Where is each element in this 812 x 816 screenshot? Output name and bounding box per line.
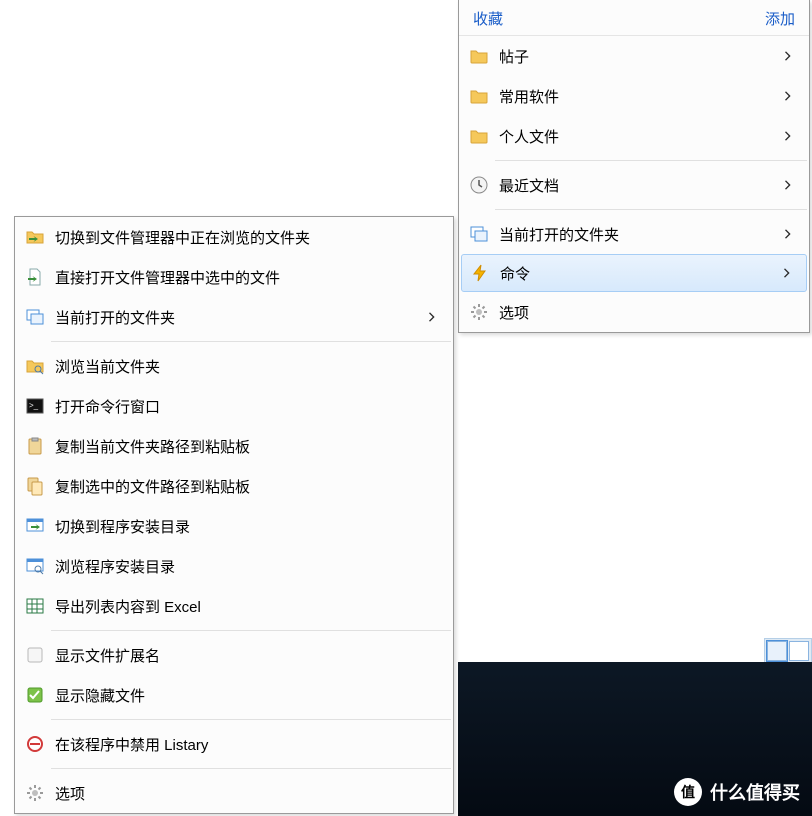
- chevron-right-icon: [783, 128, 797, 145]
- folder-search-icon: [25, 356, 45, 376]
- menu-item-show-hidden[interactable]: 显示隐藏文件: [15, 675, 453, 715]
- menu-item-label: 当前打开的文件夹: [499, 224, 773, 245]
- bolt-icon: [470, 263, 490, 283]
- gear-icon: [469, 302, 489, 322]
- thumb-1[interactable]: [767, 641, 787, 661]
- menu-item-label: 当前打开的文件夹: [55, 307, 417, 328]
- menu-item-label: 复制当前文件夹路径到粘贴板: [55, 436, 441, 457]
- chevron-right-icon: [783, 88, 797, 105]
- chevron-right-icon: [427, 309, 441, 326]
- check-on-icon: [25, 685, 45, 705]
- menu-item-label: 常用软件: [499, 86, 773, 107]
- windows-icon: [25, 307, 45, 327]
- menu-item-label: 切换到文件管理器中正在浏览的文件夹: [55, 227, 441, 248]
- separator: [495, 209, 807, 210]
- excel-icon: [25, 596, 45, 616]
- watermark-text: 什么值得买: [710, 779, 800, 805]
- menu-item-disable-listary[interactable]: 在该程序中禁用 Listary: [15, 724, 453, 764]
- window-go-icon: [25, 516, 45, 536]
- separator: [51, 719, 451, 720]
- menu-item-label: 复制选中的文件路径到粘贴板: [55, 476, 441, 497]
- menu-item-posts[interactable]: 帖子: [459, 36, 809, 76]
- menu-item-label: 帖子: [499, 46, 773, 67]
- menu-item-recent[interactable]: 最近文档: [459, 165, 809, 205]
- menu-item-switch-fm-folder[interactable]: 切换到文件管理器中正在浏览的文件夹: [15, 217, 453, 257]
- windows-icon: [469, 224, 489, 244]
- separator: [51, 768, 451, 769]
- forbid-icon: [25, 734, 45, 754]
- menu-item-label: 个人文件: [499, 126, 773, 147]
- folder-icon: [469, 126, 489, 146]
- menu-item-browse-folder[interactable]: 浏览当前文件夹: [15, 346, 453, 386]
- favorites-list: 帖子常用软件个人文件最近文档当前打开的文件夹命令选项: [459, 36, 809, 332]
- window-search-icon: [25, 556, 45, 576]
- clock-icon: [469, 175, 489, 195]
- menu-item-label: 打开命令行窗口: [55, 396, 441, 417]
- menu-item-open-folders[interactable]: 当前打开的文件夹: [459, 214, 809, 254]
- chevron-right-icon: [783, 177, 797, 194]
- folder-arrow-icon: [25, 227, 45, 247]
- check-off-icon: [25, 645, 45, 665]
- menu-item-commands[interactable]: 命令: [461, 254, 807, 292]
- menu-item-browse-install[interactable]: 浏览程序安装目录: [15, 546, 453, 586]
- gear-icon: [25, 783, 45, 803]
- menu-item-label: 切换到程序安装目录: [55, 516, 441, 537]
- favorites-menu: 收藏 添加 帖子常用软件个人文件最近文档当前打开的文件夹命令选项: [458, 0, 810, 333]
- menu-item-label: 浏览当前文件夹: [55, 356, 441, 377]
- menu-item-label: 导出列表内容到 Excel: [55, 596, 441, 617]
- watermark-badge-icon: 值: [674, 778, 702, 806]
- menu-item-label: 浏览程序安装目录: [55, 556, 441, 577]
- menu-item-label: 直接打开文件管理器中选中的文件: [55, 267, 441, 288]
- menu-item-options-2[interactable]: 选项: [15, 773, 453, 813]
- commands-list: 切换到文件管理器中正在浏览的文件夹直接打开文件管理器中选中的文件当前打开的文件夹…: [15, 217, 453, 813]
- chevron-right-icon: [783, 48, 797, 65]
- menu-item-label: 显示隐藏文件: [55, 685, 441, 706]
- favorites-title[interactable]: 收藏: [473, 8, 503, 29]
- menu-item-copy-folder-path[interactable]: 复制当前文件夹路径到粘贴板: [15, 426, 453, 466]
- folder-icon: [469, 46, 489, 66]
- menu-item-label: 命令: [500, 263, 772, 284]
- thumb-2[interactable]: [789, 641, 809, 661]
- menu-item-export-excel[interactable]: 导出列表内容到 Excel: [15, 586, 453, 626]
- file-arrow-icon: [25, 267, 45, 287]
- menu-item-personal[interactable]: 个人文件: [459, 116, 809, 156]
- clipboard-icon: [25, 436, 45, 456]
- chevron-right-icon: [782, 265, 796, 282]
- menu-item-copy-file-path[interactable]: 复制选中的文件路径到粘贴板: [15, 466, 453, 506]
- commands-submenu: 切换到文件管理器中正在浏览的文件夹直接打开文件管理器中选中的文件当前打开的文件夹…: [14, 216, 454, 814]
- separator: [51, 341, 451, 342]
- watermark: 值 什么值得买: [674, 778, 800, 806]
- separator: [51, 630, 451, 631]
- menu-item-open-cmd[interactable]: 打开命令行窗口: [15, 386, 453, 426]
- chevron-right-icon: [783, 226, 797, 243]
- folder-icon: [469, 86, 489, 106]
- terminal-icon: [25, 396, 45, 416]
- separator: [495, 160, 807, 161]
- menu-item-switch-install[interactable]: 切换到程序安装目录: [15, 506, 453, 546]
- menu-item-open-folders-2[interactable]: 当前打开的文件夹: [15, 297, 453, 337]
- taskbar-thumbnails[interactable]: [764, 638, 812, 664]
- menu-item-label: 显示文件扩展名: [55, 645, 441, 666]
- menu-item-label: 最近文档: [499, 175, 773, 196]
- menu-item-open-fm-file[interactable]: 直接打开文件管理器中选中的文件: [15, 257, 453, 297]
- menu-item-label: 选项: [55, 783, 441, 804]
- menu-item-label: 选项: [499, 302, 797, 323]
- clipboard-multi-icon: [25, 476, 45, 496]
- menu-item-options[interactable]: 选项: [459, 292, 809, 332]
- menu-item-common-sw[interactable]: 常用软件: [459, 76, 809, 116]
- menu-item-show-ext[interactable]: 显示文件扩展名: [15, 635, 453, 675]
- add-favorite-button[interactable]: 添加: [765, 8, 795, 29]
- menu-item-label: 在该程序中禁用 Listary: [55, 734, 441, 755]
- favorites-header: 收藏 添加: [459, 0, 809, 36]
